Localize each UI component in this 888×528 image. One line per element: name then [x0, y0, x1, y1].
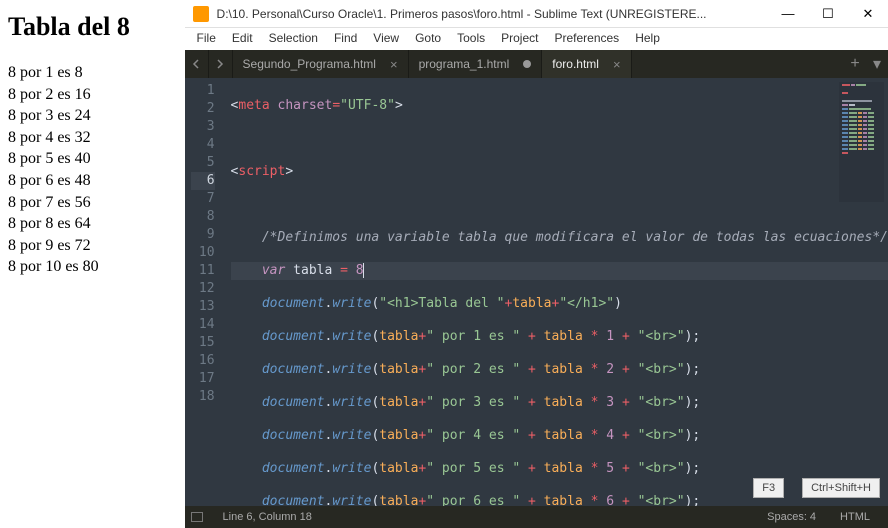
- minimize-button[interactable]: —: [768, 0, 808, 28]
- sublime-window: D:\10. Personal\Curso Oracle\1. Primeros…: [185, 0, 888, 528]
- minimap[interactable]: [839, 82, 884, 202]
- output-line: 8 por 10 es 80: [8, 256, 177, 278]
- output-line: 8 por 7 es 56: [8, 192, 177, 214]
- menu-file[interactable]: File: [189, 28, 224, 50]
- code-area[interactable]: <meta charset="UTF-8"> <script> /*Defini…: [225, 78, 888, 506]
- titlebar: D:\10. Personal\Curso Oracle\1. Primeros…: [185, 0, 888, 28]
- hint-f3: F3: [753, 478, 784, 498]
- menu-edit[interactable]: Edit: [224, 28, 261, 50]
- output-line: 8 por 1 es 8: [8, 62, 177, 84]
- status-syntax[interactable]: HTML: [828, 511, 882, 523]
- menu-tools[interactable]: Tools: [449, 28, 493, 50]
- menu-project[interactable]: Project: [493, 28, 546, 50]
- window-title: D:\10. Personal\Curso Oracle\1. Primeros…: [217, 7, 768, 21]
- output-line: 8 por 4 es 32: [8, 127, 177, 149]
- tab-segundo-programa[interactable]: Segundo_Programa.html ×: [233, 50, 409, 78]
- tab-label: foro.html: [552, 57, 599, 71]
- maximize-button[interactable]: ☐: [808, 0, 848, 28]
- menubar: File Edit Selection Find View Goto Tools…: [185, 28, 888, 50]
- tab-history-back[interactable]: [185, 50, 209, 78]
- line-gutter: 1 2 3 4 5 6 7 8 9 10 11 12 13 14 15 16 1…: [185, 78, 225, 506]
- output-line: 8 por 9 es 72: [8, 235, 177, 257]
- menu-find[interactable]: Find: [326, 28, 365, 50]
- menu-preferences[interactable]: Preferences: [546, 28, 627, 50]
- output-line: 8 por 3 es 24: [8, 105, 177, 127]
- browser-output: Tabla del 8 8 por 1 es 8 8 por 2 es 16 8…: [0, 0, 185, 528]
- code-editor[interactable]: 1 2 3 4 5 6 7 8 9 10 11 12 13 14 15 16 1…: [185, 78, 888, 506]
- tab-history-forward[interactable]: [209, 50, 233, 78]
- statusbar: Line 6, Column 18 Spaces: 4 HTML: [185, 506, 888, 528]
- menu-help[interactable]: Help: [627, 28, 668, 50]
- menu-goto[interactable]: Goto: [407, 28, 449, 50]
- shortcut-hints: F3 Ctrl+Shift+H: [753, 478, 880, 498]
- output-line: 8 por 2 es 16: [8, 84, 177, 106]
- panel-switcher-icon[interactable]: [191, 512, 203, 522]
- status-indentation[interactable]: Spaces: 4: [755, 511, 828, 523]
- close-icon[interactable]: ×: [390, 57, 398, 72]
- hint-ctrl-shift-h: Ctrl+Shift+H: [802, 478, 880, 498]
- close-button[interactable]: ✕: [848, 0, 888, 28]
- tabbar: Segundo_Programa.html × programa_1.html …: [185, 50, 888, 78]
- window-controls: — ☐ ✕: [768, 0, 888, 28]
- output-line: 8 por 8 es 64: [8, 213, 177, 235]
- text-cursor: [363, 263, 364, 278]
- tab-label: programa_1.html: [419, 57, 510, 71]
- tab-foro[interactable]: foro.html ×: [542, 50, 631, 78]
- app-icon: [193, 6, 209, 22]
- menu-view[interactable]: View: [365, 28, 407, 50]
- tab-programa-1[interactable]: programa_1.html: [409, 50, 543, 78]
- close-icon[interactable]: ×: [613, 57, 621, 72]
- output-lines: 8 por 1 es 8 8 por 2 es 16 8 por 3 es 24…: [8, 62, 177, 278]
- tab-label: Segundo_Programa.html: [243, 57, 376, 71]
- new-tab-button[interactable]: +: [844, 50, 866, 78]
- tab-dropdown-button[interactable]: ▾: [866, 50, 888, 78]
- output-line: 8 por 6 es 48: [8, 170, 177, 192]
- page-title: Tabla del 8: [8, 12, 177, 42]
- status-cursor-position[interactable]: Line 6, Column 18: [211, 511, 324, 523]
- menu-selection[interactable]: Selection: [261, 28, 326, 50]
- dirty-icon: [523, 60, 531, 68]
- output-line: 8 por 5 es 40: [8, 148, 177, 170]
